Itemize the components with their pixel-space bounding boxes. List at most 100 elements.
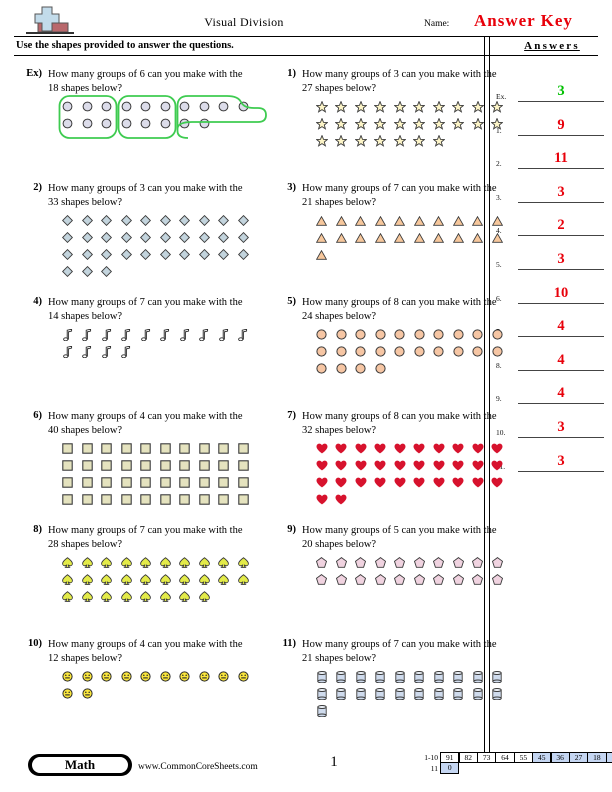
answer-row-value: 3 xyxy=(557,452,565,469)
shape-square-icon xyxy=(117,491,137,508)
shape-square-icon xyxy=(175,440,195,457)
shape-row xyxy=(312,360,507,377)
problem-number: 5) xyxy=(287,296,296,307)
shape-diamond-icon xyxy=(234,246,254,263)
answer-row-value: 4 xyxy=(557,351,565,368)
shape-row xyxy=(312,685,507,702)
problem-number: 6) xyxy=(33,410,42,421)
grading-scale-cell-empty xyxy=(491,762,508,774)
shape-smiley-icon xyxy=(78,668,98,685)
worksheet-page: Visual Division Name: Answer Key Use the… xyxy=(0,0,612,792)
shape-star-icon xyxy=(468,98,488,115)
shape-row xyxy=(58,474,253,491)
shape-circle-peach-icon xyxy=(371,360,391,377)
shape-diamond-icon xyxy=(58,212,78,229)
shape-star-icon xyxy=(429,132,449,149)
problem-number: 2) xyxy=(33,182,42,193)
problem-shape-grid xyxy=(312,440,507,508)
website-url: www.CommonCoreSheets.com xyxy=(138,762,258,772)
problem-number: 11) xyxy=(282,638,296,649)
shape-note-icon xyxy=(195,326,215,343)
grading-scale-table: 1-10 9182736455453627189 11 0 xyxy=(410,752,612,774)
shape-row xyxy=(58,246,253,263)
answer-row: 11.3 xyxy=(496,442,604,472)
shape-square-icon xyxy=(156,440,176,457)
shape-square-icon xyxy=(58,491,78,508)
shape-row xyxy=(312,132,507,149)
shape-spade-icon xyxy=(58,571,78,588)
shape-triangle-icon xyxy=(371,229,391,246)
shape-diamond-icon xyxy=(156,212,176,229)
grading-scale-cell-empty xyxy=(557,762,574,774)
shape-triangle-icon xyxy=(312,212,332,229)
shape-heart-icon xyxy=(312,474,332,491)
shape-square-icon xyxy=(97,457,117,474)
shape-square-icon xyxy=(136,491,156,508)
shape-spade-icon xyxy=(214,554,234,571)
shape-square-icon xyxy=(78,474,98,491)
shape-triangle-icon xyxy=(410,229,430,246)
shape-spade-icon xyxy=(97,588,117,605)
shape-star-icon xyxy=(351,98,371,115)
shape-star-icon xyxy=(449,98,469,115)
shape-row xyxy=(312,457,507,474)
shape-row xyxy=(312,246,507,263)
problem-shape-grid xyxy=(58,554,253,605)
shape-star-icon xyxy=(371,132,391,149)
answer-row-value: 4 xyxy=(557,318,565,335)
shape-row xyxy=(58,588,253,605)
grading-scale-cell-empty xyxy=(475,762,492,774)
shape-triangle-icon xyxy=(351,229,371,246)
shape-circle-icon xyxy=(136,115,156,132)
shape-circle-peach-icon xyxy=(332,360,352,377)
shape-diamond-icon xyxy=(78,246,98,263)
shape-row xyxy=(58,115,253,132)
shape-circle-icon xyxy=(214,98,234,115)
shape-circle-peach-icon xyxy=(312,326,332,343)
shape-row xyxy=(58,491,253,508)
shape-cylinder-icon xyxy=(488,685,508,702)
shape-square-icon xyxy=(175,491,195,508)
shape-diamond-icon xyxy=(214,212,234,229)
problem-question: How many groups of 7 can you make with t… xyxy=(302,639,497,664)
shape-row xyxy=(312,491,507,508)
shape-diamond-icon xyxy=(97,212,117,229)
problem-number: 1) xyxy=(287,68,296,79)
answer-row: 8. 4 xyxy=(496,341,604,371)
problem-shape-grid xyxy=(312,668,507,719)
shape-star-icon xyxy=(332,98,352,115)
shape-square-icon xyxy=(97,491,117,508)
grading-scale-row-2-label: 11 xyxy=(430,764,438,773)
shape-circle-icon xyxy=(78,115,98,132)
shape-circle-peach-icon xyxy=(488,343,508,360)
shape-triangle-icon xyxy=(410,212,430,229)
shape-smiley-icon xyxy=(156,668,176,685)
shape-circle-peach-icon xyxy=(351,326,371,343)
shape-smiley-icon xyxy=(58,685,78,702)
shape-heart-icon xyxy=(468,474,488,491)
answer-row-value: 2 xyxy=(557,217,565,234)
answer-row: Ex. 3 xyxy=(496,72,604,102)
shape-triangle-icon xyxy=(449,229,469,246)
grading-scale-row-1-label: 1-10 xyxy=(424,753,438,762)
shape-spade-icon xyxy=(136,554,156,571)
shape-circle-icon xyxy=(117,98,137,115)
shape-star-icon xyxy=(351,132,371,149)
grading-scale-cell-empty xyxy=(541,762,558,774)
shape-circle-icon xyxy=(58,115,78,132)
problem-question: How many groups of 8 can you make with t… xyxy=(302,297,497,322)
shape-row xyxy=(58,212,253,229)
shape-star-icon xyxy=(488,115,508,132)
shape-diamond-icon xyxy=(58,229,78,246)
shape-diamond-icon xyxy=(214,246,234,263)
shape-heart-icon xyxy=(429,457,449,474)
shape-square-icon xyxy=(214,457,234,474)
shape-spade-icon xyxy=(136,571,156,588)
problem-question: How many groups of 8 can you make with t… xyxy=(302,411,497,436)
shape-circle-peach-icon xyxy=(332,326,352,343)
shape-diamond-icon xyxy=(117,229,137,246)
shape-smiley-icon xyxy=(78,685,98,702)
shape-triangle-icon xyxy=(429,212,449,229)
shape-row xyxy=(58,685,253,702)
shape-square-icon xyxy=(136,457,156,474)
